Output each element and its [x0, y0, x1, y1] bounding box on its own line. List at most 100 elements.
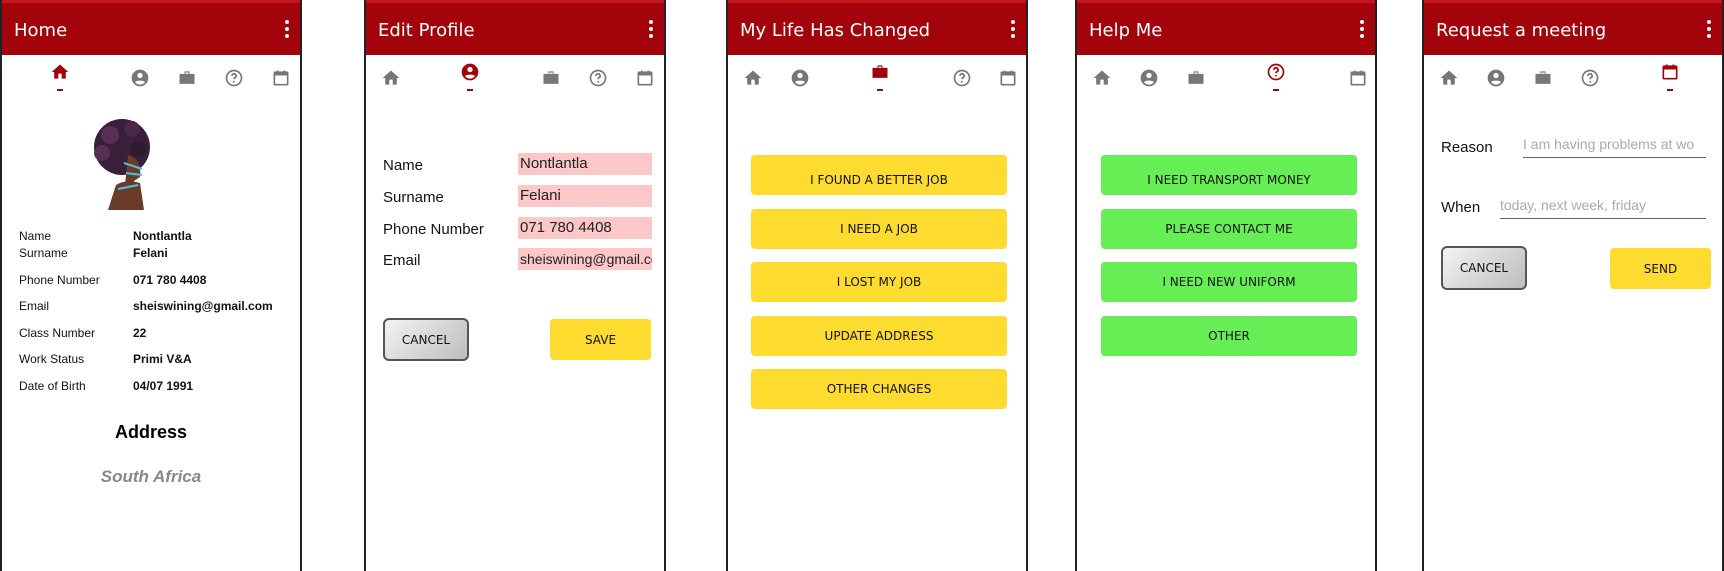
nav-work[interactable]: [1185, 68, 1207, 96]
option-found-better-job-button[interactable]: I FOUND A BETTER JOB: [751, 155, 1007, 195]
work-status-value: Primi V&A: [133, 352, 192, 366]
dob-label: Date of Birth: [19, 379, 86, 393]
option-new-uniform-button[interactable]: I NEED NEW UNIFORM: [1101, 262, 1357, 302]
calendar-icon: [1000, 70, 1016, 86]
when-input[interactable]: today, next week, friday: [1500, 197, 1706, 219]
option-other-button[interactable]: OTHER: [1101, 316, 1357, 356]
name-label: Name: [19, 229, 52, 243]
nav-calendar[interactable]: [270, 68, 292, 96]
send-button[interactable]: SEND: [1610, 248, 1711, 289]
help-circle-icon: [225, 69, 243, 87]
nav-profile[interactable]: [1138, 68, 1160, 96]
phone-value: 071 780 4408: [133, 273, 207, 287]
phone-field[interactable]: 071 780 4408: [518, 217, 652, 239]
work-status-label: Work Status: [19, 352, 85, 366]
surname-value: Felani: [133, 246, 168, 260]
reason-label: Reason: [1441, 139, 1493, 156]
surname-field[interactable]: Felani: [518, 185, 652, 207]
screen-title: Edit Profile: [378, 20, 475, 41]
request-meeting-screen: Request a meeting Reason I am having pro…: [1422, 0, 1724, 571]
nav-help[interactable]: [1579, 68, 1601, 96]
class-number-label: Class Number: [19, 326, 96, 340]
nav-calendar[interactable]: [634, 68, 656, 96]
option-update-address-button[interactable]: UPDATE ADDRESS: [751, 316, 1007, 356]
nav-calendar[interactable]: [1659, 62, 1681, 91]
app-bar: Help Me: [1077, 0, 1375, 55]
cancel-button[interactable]: CANCEL: [383, 318, 469, 361]
overflow-menu-icon[interactable]: [1359, 20, 1365, 38]
avatar: [94, 119, 150, 210]
account-circle-icon: [461, 63, 479, 81]
nav-help[interactable]: [1265, 62, 1287, 91]
screen-title: Request a meeting: [1436, 20, 1607, 41]
home-icon: [744, 70, 762, 85]
bottom-nav: [2, 55, 300, 100]
help-circle-icon: [953, 69, 971, 87]
phone-label: Phone Number: [19, 273, 100, 287]
nav-work[interactable]: [869, 62, 891, 91]
nav-profile[interactable]: [129, 68, 151, 96]
name-label: Name: [383, 157, 424, 174]
bottom-nav: [366, 55, 664, 100]
dob-value: 04/07 1991: [133, 379, 194, 393]
app-bar: Edit Profile: [366, 0, 664, 55]
address-value: South Africa: [100, 467, 202, 486]
nav-work[interactable]: [176, 68, 198, 96]
home-icon: [1440, 70, 1458, 85]
briefcase-icon: [543, 71, 559, 84]
edit-profile-screen: Edit Profile Name Nontlantla Surname Fel…: [364, 0, 666, 571]
overflow-menu-icon[interactable]: [1706, 20, 1712, 38]
when-label: When: [1441, 199, 1481, 216]
briefcase-icon: [1535, 71, 1551, 84]
nav-help[interactable]: [587, 68, 609, 96]
name-field[interactable]: Nontlantla: [518, 153, 652, 175]
home-icon: [382, 70, 400, 85]
nav-profile[interactable]: [1485, 68, 1507, 96]
option-transport-money-button[interactable]: I NEED TRANSPORT MONEY: [1101, 155, 1357, 195]
calendar-icon: [1662, 64, 1678, 80]
account-circle-icon: [131, 69, 149, 87]
nav-help[interactable]: [951, 68, 973, 96]
life-changed-screen: My Life Has Changed I FOUND A BETTER JOB…: [726, 0, 1028, 571]
home-screen: Home Name Nontlantla Surname Felani Phon…: [0, 0, 302, 571]
nav-work[interactable]: [1532, 68, 1554, 96]
overflow-menu-icon[interactable]: [648, 20, 654, 38]
nav-home[interactable]: [380, 68, 402, 96]
cancel-button[interactable]: CANCEL: [1441, 246, 1527, 290]
app-bar: Request a meeting: [1424, 0, 1722, 55]
phone-label: Phone Number: [383, 221, 484, 238]
nav-calendar[interactable]: [1347, 68, 1369, 96]
name-value: Nontlantla: [133, 229, 192, 243]
nav-home[interactable]: [49, 62, 71, 91]
nav-profile[interactable]: [459, 62, 481, 91]
overflow-menu-icon[interactable]: [284, 20, 290, 38]
calendar-icon: [273, 70, 289, 86]
help-me-screen: Help Me I NEED TRANSPORT MONEY PLEASE CO…: [1075, 0, 1377, 571]
option-other-changes-button[interactable]: OTHER CHANGES: [751, 369, 1007, 409]
option-need-job-button[interactable]: I NEED A JOB: [751, 209, 1007, 249]
home-icon: [51, 64, 69, 79]
address-heading: Address: [114, 422, 188, 442]
option-lost-job-button[interactable]: I LOST MY JOB: [751, 262, 1007, 302]
account-circle-icon: [791, 69, 809, 87]
email-value: sheiswining@gmail.com: [133, 299, 273, 313]
help-circle-icon: [1267, 63, 1285, 81]
app-bar: My Life Has Changed: [728, 0, 1026, 55]
screen-title: My Life Has Changed: [740, 20, 931, 41]
account-circle-icon: [1140, 69, 1158, 87]
reason-input[interactable]: I am having problems at wo: [1523, 136, 1706, 158]
nav-home[interactable]: [742, 68, 764, 96]
overflow-menu-icon[interactable]: [1010, 20, 1016, 38]
nav-profile[interactable]: [789, 68, 811, 96]
surname-label: Surname: [19, 246, 68, 260]
nav-calendar[interactable]: [997, 68, 1019, 96]
option-contact-me-button[interactable]: PLEASE CONTACT ME: [1101, 209, 1357, 249]
calendar-icon: [637, 70, 653, 86]
bottom-nav: [728, 55, 1026, 100]
nav-home[interactable]: [1091, 68, 1113, 96]
nav-home[interactable]: [1438, 68, 1460, 96]
nav-work[interactable]: [540, 68, 562, 96]
email-field[interactable]: sheiswining@gmail.co: [518, 248, 652, 270]
nav-help[interactable]: [223, 68, 245, 96]
save-button[interactable]: SAVE: [550, 319, 651, 360]
